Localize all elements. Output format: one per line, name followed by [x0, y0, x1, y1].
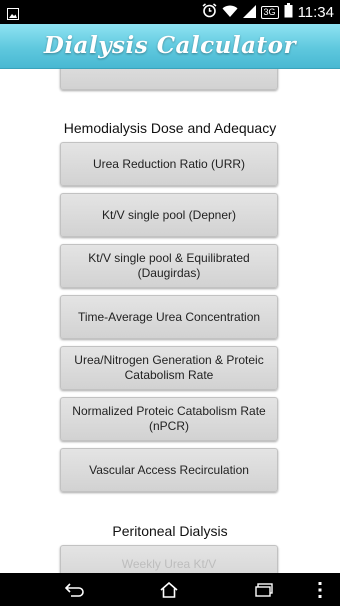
network-badge: 3G [260, 5, 279, 19]
urr-button[interactable]: Urea Reduction Ratio (URR) [60, 142, 278, 186]
npcr-button[interactable]: Normalized Proteic Catabolism Rate (nPCR… [60, 397, 278, 441]
ktv-equilibrated-button[interactable]: Kt/V single pool & Equilibrated (Daugird… [60, 244, 278, 288]
image-icon [7, 5, 19, 24]
battery-icon [284, 2, 293, 22]
app-title: Dialysis Calculator [43, 32, 297, 59]
weekly-urea-ktv-button[interactable]: Weekly Urea Kt/V [60, 545, 278, 573]
hemodialysis-section-title: Hemodialysis Dose and Adequacy [63, 120, 277, 136]
home-icon[interactable] [157, 579, 181, 601]
status-bar: 3G 11:34 [0, 0, 340, 24]
status-time: 11:34 [297, 3, 334, 21]
alarm-icon [202, 2, 217, 22]
back-icon[interactable] [63, 579, 87, 601]
vascular-access-recirculation-button[interactable]: Vascular Access Recirculation [60, 448, 278, 492]
overflow-menu-icon[interactable] [312, 579, 328, 601]
ktv-single-pool-button[interactable]: Kt/V single pool (Depner) [60, 193, 278, 237]
partial-top-button[interactable] [60, 69, 278, 90]
wifi-icon [222, 3, 238, 22]
calculator-list[interactable]: Hemodialysis Dose and Adequacy Urea Redu… [0, 69, 340, 573]
time-average-urea-button[interactable]: Time-Average Urea Concentration [60, 295, 278, 339]
navigation-bar [0, 573, 340, 606]
recent-apps-icon[interactable] [252, 579, 276, 601]
signal-icon [242, 3, 256, 22]
app-title-bar: Dialysis Calculator [0, 24, 340, 69]
peritoneal-section-title: Peritoneal Dialysis [112, 523, 228, 539]
urea-generation-pcr-button[interactable]: Urea/Nitrogen Generation & Proteic Catab… [60, 346, 278, 390]
